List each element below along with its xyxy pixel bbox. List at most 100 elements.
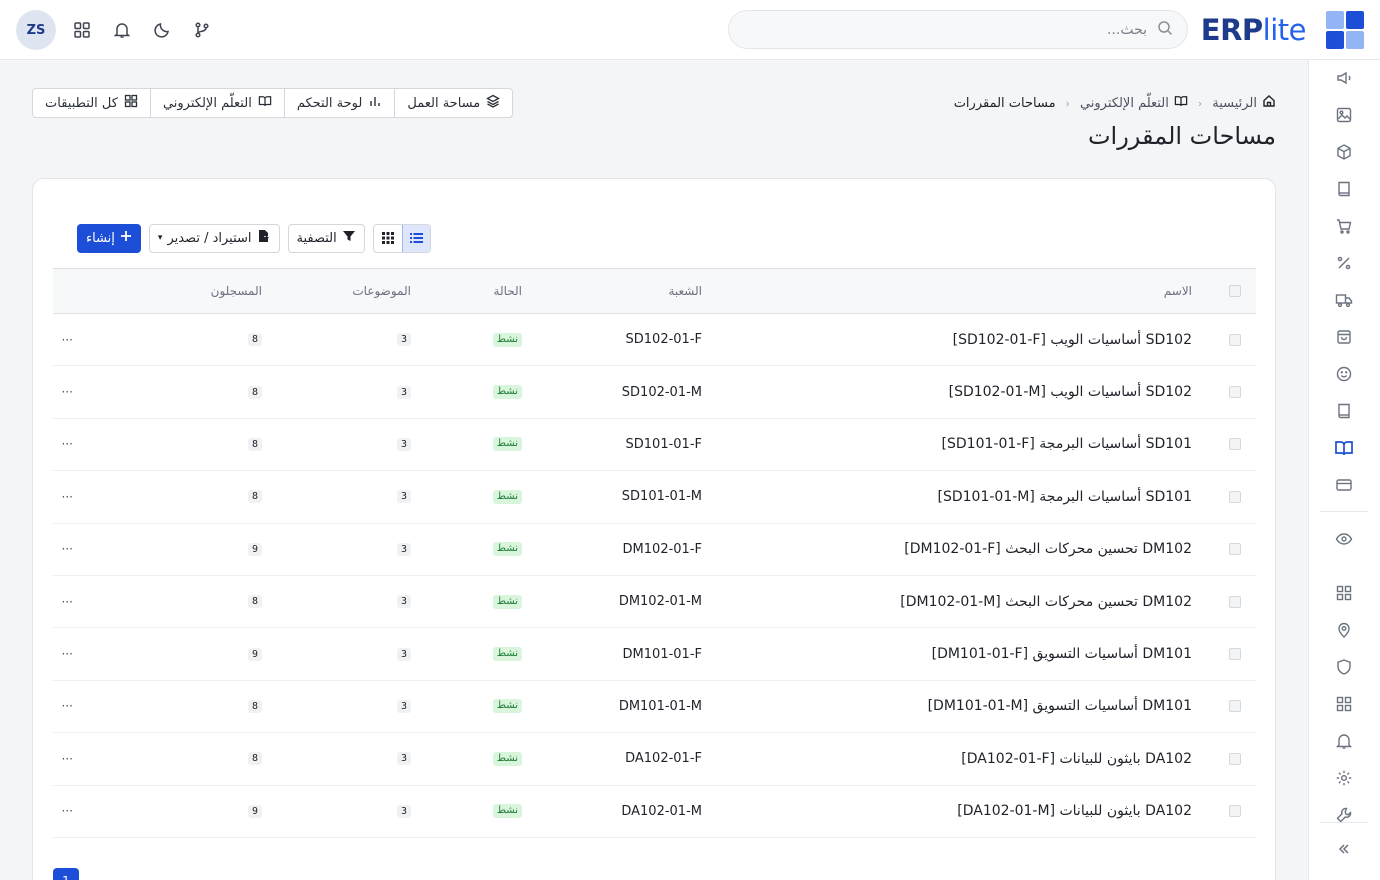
elearning-link[interactable]: التعلّم الإلكتروني xyxy=(149,89,284,117)
column-section[interactable]: الشعبة xyxy=(668,269,702,313)
user-avatar[interactable]: ZS xyxy=(16,10,56,50)
table-row[interactable]: DA102 بايثون للبيانات [DA102-01-F] DA102… xyxy=(53,733,1256,786)
credit-card-icon[interactable] xyxy=(1334,475,1354,495)
status-badge: نشط xyxy=(492,489,522,504)
row-checkbox[interactable] xyxy=(1228,733,1242,784)
row-checkbox[interactable] xyxy=(1228,786,1242,837)
row-menu-icon[interactable]: ··· xyxy=(61,628,73,679)
image-icon[interactable] xyxy=(1334,105,1354,125)
filter-label: التصفية xyxy=(296,230,337,246)
filter-button[interactable]: التصفية xyxy=(287,223,365,253)
column-enrolled[interactable]: المسجلون xyxy=(211,269,262,313)
course-space-name[interactable]: SD101 أساسيات البرمجة [SD101-01-F] xyxy=(942,419,1192,470)
cart-icon[interactable] xyxy=(1334,216,1354,236)
section-code: SD102-01-M xyxy=(621,384,702,400)
workspace-link[interactable]: مساحة العمل xyxy=(394,89,512,117)
row-checkbox[interactable] xyxy=(1228,576,1242,627)
bell-icon[interactable] xyxy=(1334,731,1354,751)
course-space-name[interactable]: SD102 أساسيات الويب [SD102-01-F] xyxy=(953,314,1192,365)
settings-icon[interactable] xyxy=(1334,768,1354,788)
course-space-name[interactable]: DA102 بايثون للبيانات [DA102-01-M] xyxy=(957,786,1192,837)
dashboard-link[interactable]: لوحة التحكم xyxy=(283,89,395,117)
row-menu-icon[interactable]: ··· xyxy=(61,471,73,522)
collapse-chevrons-icon[interactable] xyxy=(1334,839,1354,859)
row-checkbox[interactable] xyxy=(1228,628,1242,679)
all-apps-link[interactable]: كل التطبيقات xyxy=(33,89,150,117)
search-box[interactable] xyxy=(728,10,1188,49)
row-menu-icon[interactable]: ··· xyxy=(61,786,73,837)
course-space-name[interactable]: DA102 بايثون للبيانات [DA102-01-F] xyxy=(961,733,1192,784)
book-icon[interactable] xyxy=(1334,179,1354,199)
row-menu-icon[interactable]: ··· xyxy=(61,366,73,417)
row-checkbox[interactable] xyxy=(1228,314,1242,365)
column-name[interactable]: الاسم xyxy=(1164,269,1192,313)
row-menu-icon[interactable]: ··· xyxy=(61,524,73,575)
course-space-name[interactable]: DM102 تحسين محركات البحث [DM102-01-M] xyxy=(900,576,1192,627)
bell-icon[interactable] xyxy=(102,10,142,50)
row-menu-icon[interactable]: ··· xyxy=(61,681,73,732)
course-space-name[interactable]: DM102 تحسين محركات البحث [DM102-01-F] xyxy=(904,524,1192,575)
row-checkbox[interactable] xyxy=(1228,471,1242,522)
course-space-name[interactable]: DM101 أساسيات التسويق [DM101-01-M] xyxy=(928,681,1192,732)
table-row[interactable]: SD101 أساسيات البرمجة [SD101-01-M] SD101… xyxy=(53,471,1256,524)
percent-icon[interactable] xyxy=(1334,253,1354,273)
shield-icon[interactable] xyxy=(1334,657,1354,677)
table-row[interactable]: DA102 بايثون للبيانات [DA102-01-M] DA102… xyxy=(53,786,1256,838)
table-row[interactable]: DM102 تحسين محركات البحث [DM102-01-M] DM… xyxy=(53,576,1256,629)
table-row[interactable]: DM101 أساسيات التسويق [DM101-01-F] DM101… xyxy=(53,628,1256,681)
list-view-icon[interactable] xyxy=(401,224,430,252)
status-cell: نشط xyxy=(492,786,522,837)
row-checkbox[interactable] xyxy=(1228,419,1242,470)
row-checkbox[interactable] xyxy=(1228,366,1242,417)
table-row[interactable]: SD102 أساسيات الويب [SD102-01-F] SD102-0… xyxy=(53,314,1256,367)
row-checkbox[interactable] xyxy=(1228,681,1242,732)
smile-icon[interactable] xyxy=(1334,364,1354,384)
course-space-name[interactable]: DM101 أساسيات التسويق [DM101-01-F] xyxy=(932,628,1192,679)
apps-icon[interactable] xyxy=(1334,583,1354,603)
import-export-label: استيراد / تصدير xyxy=(167,230,252,246)
topics-cell: 3 xyxy=(396,786,411,837)
breadcrumb-elearning[interactable]: التعلّم الإلكتروني xyxy=(1080,94,1188,112)
breadcrumb-home-label: الرئيسية xyxy=(1212,95,1257,111)
truck-icon[interactable] xyxy=(1334,290,1354,310)
select-all-checkbox[interactable] xyxy=(1228,269,1242,313)
apps-grid-icon[interactable] xyxy=(62,10,102,50)
page-button[interactable]: 1 xyxy=(53,868,79,880)
eye-icon[interactable] xyxy=(1334,529,1354,549)
grid-view-icon[interactable] xyxy=(374,225,402,252)
moon-icon[interactable] xyxy=(142,10,182,50)
topics-cell: 3 xyxy=(396,366,411,417)
notebook-icon[interactable] xyxy=(1334,401,1354,421)
row-menu-icon[interactable]: ··· xyxy=(61,576,73,627)
caret-down-icon: ▾ xyxy=(157,233,163,243)
column-status[interactable]: الحالة xyxy=(494,269,522,313)
apps-alt-icon[interactable] xyxy=(1334,694,1354,714)
row-checkbox[interactable] xyxy=(1228,524,1242,575)
topics-cell: 3 xyxy=(396,524,411,575)
section-code: DA102-01-F xyxy=(625,751,702,767)
brand-logo[interactable]: ERPlite xyxy=(1201,11,1364,49)
search-input[interactable] xyxy=(767,21,1147,38)
row-menu-icon[interactable]: ··· xyxy=(61,314,73,365)
row-menu-icon[interactable]: ··· xyxy=(61,419,73,470)
course-space-name[interactable]: SD101 أساسيات البرمجة [SD101-01-M] xyxy=(938,471,1193,522)
import-export-button[interactable]: ▾ استيراد / تصدير xyxy=(148,223,280,253)
shopping-bag-icon[interactable] xyxy=(1334,327,1354,347)
table-row[interactable]: DM101 أساسيات التسويق [DM101-01-M] DM101… xyxy=(53,681,1256,734)
status-cell: نشط xyxy=(492,314,522,365)
course-space-name[interactable]: SD102 أساسيات الويب [SD102-01-M] xyxy=(949,366,1192,417)
table-row[interactable]: SD101 أساسيات البرمجة [SD101-01-F] SD101… xyxy=(53,419,1256,472)
git-branch-icon[interactable] xyxy=(182,10,222,50)
enrolled-cell: 8 xyxy=(247,576,262,627)
map-pin-icon[interactable] xyxy=(1334,620,1354,640)
topics-count: 3 xyxy=(396,752,411,766)
breadcrumb-home[interactable]: الرئيسية xyxy=(1212,94,1276,112)
table-row[interactable]: SD102 أساسيات الويب [SD102-01-M] SD102-0… xyxy=(53,366,1256,419)
table-row[interactable]: DM102 تحسين محركات البحث [DM102-01-F] DM… xyxy=(53,524,1256,576)
megaphone-icon[interactable] xyxy=(1334,68,1354,88)
open-book-icon[interactable] xyxy=(1334,438,1354,458)
row-menu-icon[interactable]: ··· xyxy=(61,733,73,784)
column-topics[interactable]: الموضوعات xyxy=(352,269,411,313)
create-button[interactable]: إنشاء xyxy=(77,223,141,253)
cube-icon[interactable] xyxy=(1334,142,1354,162)
